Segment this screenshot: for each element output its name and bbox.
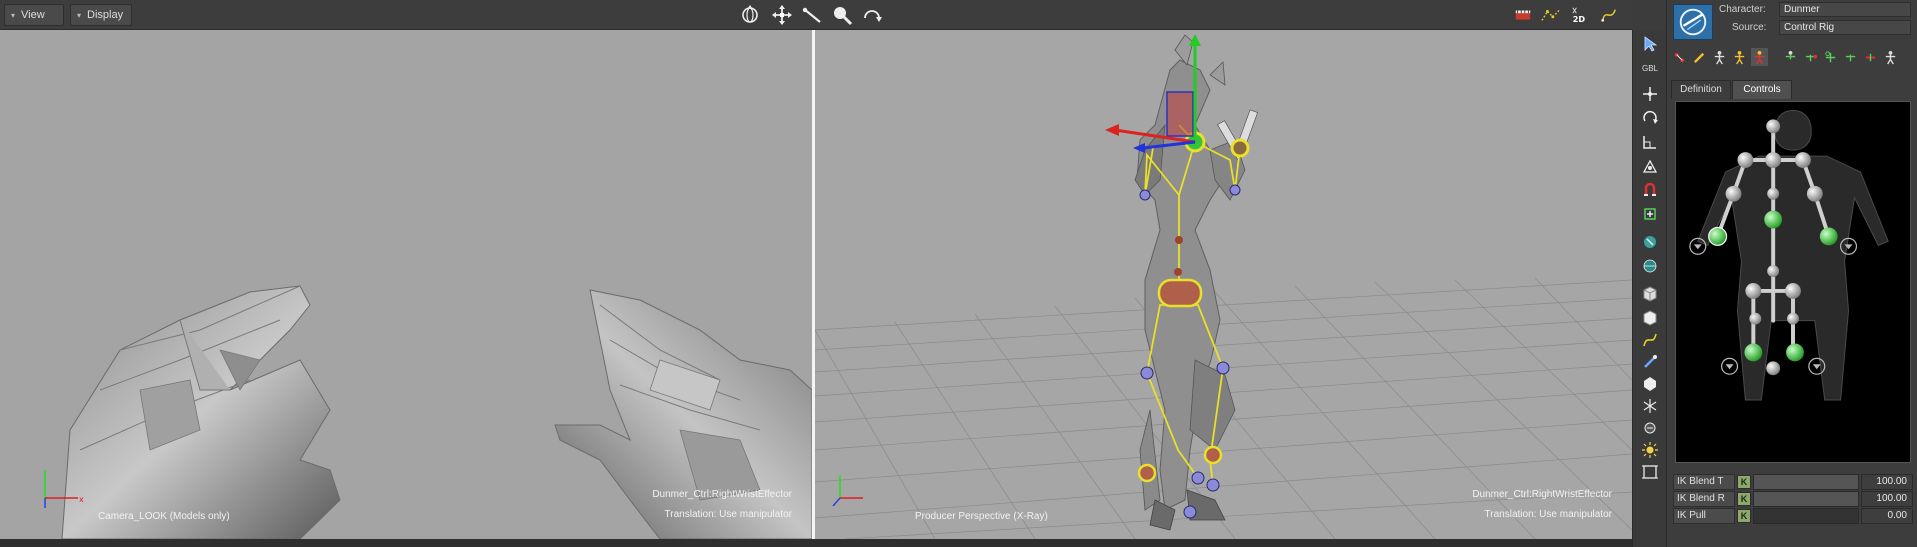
pencil-icon[interactable] [1691,48,1708,66]
view-menu-label: View [21,9,45,21]
ik-blend-t-slider-fill [1754,475,1858,489]
tab-definition[interactable]: Definition [1671,80,1731,99]
left-viewport-camera-label: Camera_LOOK (Models only) [98,511,230,522]
ik-blend-t-row: IK Blend T K 100.00 [1673,474,1913,491]
rotate-icon[interactable] [1640,108,1660,128]
character-figure [1689,109,1889,401]
right-viewport-mode-label: Translation: Use manipulator [1484,509,1612,520]
source-label: Source: [1732,22,1767,33]
rotate-view-icon[interactable] [860,3,884,27]
ik-blend-r-slider[interactable] [1753,491,1859,507]
chevron-down-icon: ▾ [77,11,82,20]
sphere-icon[interactable] [1640,374,1660,394]
full-body-icon[interactable] [1782,48,1799,66]
left-viewport[interactable]: x Camera_LOOK (Models only) Dunmer_Ctrl:… [0,30,812,539]
status-strip [0,539,1632,547]
character-controls-panel: Character: Dunmer Source: Control Rig De… [1666,0,1917,547]
curve-icon[interactable] [1598,4,1620,26]
ik-blend-t-key-button[interactable]: K [1737,475,1751,489]
light-icon[interactable] [1640,418,1660,438]
svg-text:x: x [79,495,84,504]
mirror-icon[interactable] [1842,48,1859,66]
viewer-toolbar: ▾ View ▾ Display 2D [0,0,1632,30]
ik-pull-value[interactable]: 0.00 [1861,508,1913,524]
character-logo-icon [1673,4,1713,40]
pen-icon[interactable] [1640,352,1660,372]
left-hand-model [61,285,341,539]
orbit-icon[interactable] [738,3,762,27]
left-viewport-mode-label: Translation: Use manipulator [664,509,792,520]
view-menu[interactable]: ▾ View [4,4,64,26]
ik-blend-t-value[interactable]: 100.00 [1861,474,1913,490]
cube-alt-icon[interactable] [1640,308,1660,328]
perspective-render [815,34,1632,539]
figure-key-icon[interactable] [1731,48,1748,66]
body-part-icon[interactable] [1802,48,1819,66]
panel-toolbar [1671,46,1915,68]
filmstrip-icon[interactable] [1512,4,1534,26]
right-viewport[interactable]: Producer Perspective (X-Ray) Dunmer_Ctrl… [815,30,1632,539]
path-icon[interactable] [1540,4,1562,26]
curve-tool-icon[interactable] [1640,330,1660,350]
pivot-icon[interactable] [1640,156,1660,176]
layer-icon[interactable] [1640,204,1660,224]
figure-pose-icon[interactable] [1751,48,1768,66]
pan-icon[interactable] [800,3,824,27]
select-arrow-icon[interactable] [1640,34,1660,54]
toolbar-separator [1771,48,1779,66]
hands-render: x [44,285,812,539]
axis-icon[interactable] [1640,396,1660,416]
right-hand-model [554,289,812,539]
ik-pull-row: IK Pull K 0.00 [1673,508,1913,525]
app-window: ▾ View ▾ Display 2D x Camera_LOOK (Model… [0,0,1917,547]
zoom-icon[interactable] [830,3,854,27]
character-dropdown[interactable]: Dunmer [1779,2,1911,17]
extra-icon[interactable] [1882,48,1899,66]
right-viewport-camera-label: Producer Perspective (X-Ray) [915,511,1048,522]
global-mode-label[interactable]: GBL [1638,64,1662,73]
move-icon[interactable] [770,3,794,27]
right-viewport-selection-label: Dunmer_Ctrl:RightWristEffector [1472,489,1612,500]
ik-blend-r-key-button[interactable]: K [1737,492,1751,506]
ik-pull-label: IK Pull [1673,508,1735,524]
ik-blend-t-slider[interactable] [1753,474,1859,490]
ik-pull-key-button[interactable]: K [1737,509,1751,523]
translate-icon[interactable] [1640,84,1660,104]
display-menu[interactable]: ▾ Display [70,4,132,26]
chevron-down-icon: ▾ [11,11,16,20]
ik-blend-r-row: IK Blend R K 100.00 [1673,491,1913,508]
scale-icon[interactable] [1640,132,1660,152]
snap-icon[interactable] [1640,180,1660,200]
sun-icon[interactable] [1640,440,1660,460]
selection-icon[interactable] [1822,48,1839,66]
2d-view-icon[interactable]: 2D [1568,4,1592,26]
figure-icon[interactable] [1711,48,1728,66]
ik-blend-r-slider-fill [1754,492,1858,506]
globe-icon[interactable] [1640,256,1660,276]
pin-icon[interactable] [1862,48,1879,66]
ik-blend-r-value[interactable]: 100.00 [1861,491,1913,507]
tab-controls[interactable]: Controls [1732,80,1792,99]
ik-pull-slider[interactable] [1753,508,1859,524]
2d-view-label: 2D [1573,14,1586,24]
left-viewport-selection-label: Dunmer_Ctrl:RightWristEffector [652,489,792,500]
character-controls-view[interactable] [1675,101,1911,463]
ik-blend-r-label: IK Blend R [1673,491,1735,507]
character-label: Character: [1719,4,1766,15]
pick-icon[interactable] [1671,48,1688,66]
frame-icon[interactable] [1640,462,1660,482]
camera-icon[interactable] [1640,232,1660,252]
cube-icon[interactable] [1640,284,1660,304]
display-menu-label: Display [87,9,124,21]
tool-column: GBL [1632,30,1666,547]
source-dropdown[interactable]: Control Rig [1779,20,1911,35]
ik-blend-t-label: IK Blend T [1673,474,1735,490]
viewer-right-tools: 2D [1512,4,1620,26]
